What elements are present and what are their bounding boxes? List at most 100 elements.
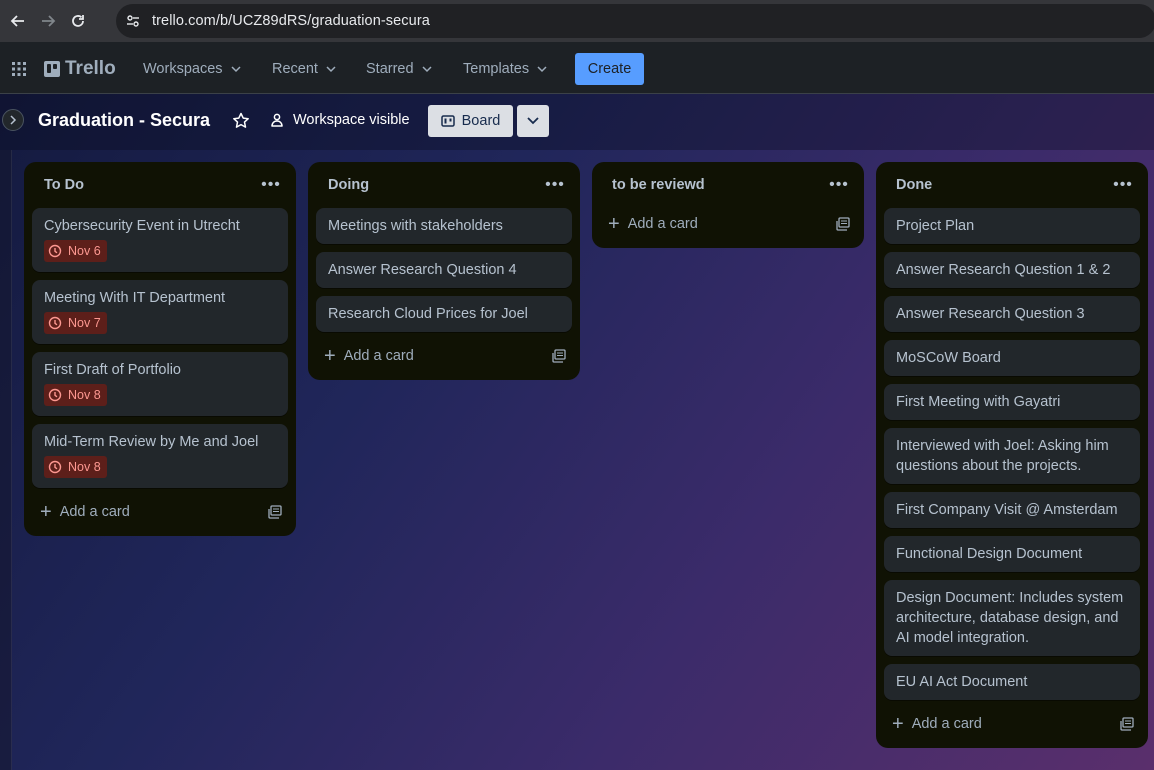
card-title: Research Cloud Prices for Joel bbox=[328, 306, 528, 322]
card-title: First Draft of Portfolio bbox=[44, 362, 181, 378]
card-title: Functional Design Document bbox=[896, 546, 1083, 562]
list-title[interactable]: To Do bbox=[44, 177, 84, 193]
card-title: Answer Research Question 3 bbox=[896, 306, 1085, 322]
board-title[interactable]: Graduation - Secura bbox=[38, 110, 210, 131]
list-header: to be reviewd ••• bbox=[600, 162, 856, 208]
workspaces-menu[interactable]: Workspaces bbox=[143, 56, 241, 82]
board-view-icon bbox=[440, 115, 455, 127]
expand-sidebar-button[interactable] bbox=[2, 109, 24, 131]
card-template-icon[interactable] bbox=[1120, 717, 1134, 731]
add-card-label: Add a card bbox=[911, 716, 982, 732]
card[interactable]: First Meeting with Gayatri bbox=[884, 384, 1140, 420]
site-settings-icon[interactable] bbox=[120, 8, 146, 34]
card[interactable]: Project Plan bbox=[884, 208, 1140, 244]
url-text[interactable]: trello.com/b/UCZ89dRS/graduation-secura bbox=[152, 13, 430, 29]
due-date-badge[interactable]: Nov 7 bbox=[44, 312, 107, 334]
card[interactable]: Cybersecurity Event in Utrecht Nov 6 bbox=[32, 208, 288, 272]
recent-label: Recent bbox=[272, 61, 318, 77]
list-header: Doing ••• bbox=[316, 162, 572, 208]
card-title: Interviewed with Joel: Asking him questi… bbox=[896, 438, 1109, 474]
people-icon bbox=[271, 113, 283, 127]
card-title: MoSCoW Board bbox=[896, 350, 1001, 366]
card[interactable]: Research Cloud Prices for Joel bbox=[316, 296, 572, 332]
card[interactable]: Meetings with stakeholders bbox=[316, 208, 572, 244]
due-date-text: Nov 6 bbox=[68, 244, 101, 258]
more-icon[interactable]: ••• bbox=[542, 172, 568, 198]
more-icon[interactable]: ••• bbox=[826, 172, 852, 198]
forward-icon[interactable] bbox=[36, 9, 60, 33]
starred-menu[interactable]: Starred bbox=[366, 56, 432, 82]
list-header: To Do ••• bbox=[32, 162, 288, 208]
card-template-icon[interactable] bbox=[268, 505, 282, 519]
more-icon[interactable]: ••• bbox=[1110, 172, 1136, 198]
card[interactable]: First Company Visit @ Amsterdam bbox=[884, 492, 1140, 528]
starred-label: Starred bbox=[366, 61, 414, 77]
card-title: Cybersecurity Event in Utrecht bbox=[44, 218, 240, 234]
card[interactable]: Functional Design Document bbox=[884, 536, 1140, 572]
recent-menu[interactable]: Recent bbox=[272, 56, 336, 82]
card-title: Answer Research Question 4 bbox=[328, 262, 517, 278]
add-card-label: Add a card bbox=[59, 504, 130, 520]
visibility-button[interactable]: Workspace visible bbox=[269, 112, 410, 128]
card[interactable]: Answer Research Question 1 & 2 bbox=[884, 252, 1140, 288]
address-bar[interactable]: trello.com/b/UCZ89dRS/graduation-secura bbox=[116, 4, 1154, 38]
due-date-text: Nov 8 bbox=[68, 388, 101, 402]
plus-icon: + bbox=[892, 713, 904, 735]
add-card-button[interactable]: + Add a card bbox=[884, 708, 1140, 740]
card-title: Meeting With IT Department bbox=[44, 290, 226, 306]
due-date-badge[interactable]: Nov 8 bbox=[44, 456, 107, 478]
back-icon[interactable] bbox=[6, 9, 30, 33]
app-switcher-icon[interactable] bbox=[11, 61, 27, 77]
trello-logo-text: Trello bbox=[65, 58, 116, 79]
card[interactable]: Mid-Term Review by Me and Joel Nov 8 bbox=[32, 424, 288, 488]
chevron-down-icon bbox=[537, 66, 547, 73]
card-title: Design Document: Includes system archite… bbox=[896, 590, 1124, 646]
add-card-button[interactable]: + Add a card bbox=[600, 208, 856, 240]
add-card-button[interactable]: + Add a card bbox=[32, 496, 288, 528]
plus-icon: + bbox=[40, 501, 52, 523]
trello-logo[interactable]: Trello bbox=[44, 58, 116, 80]
card-title: Answer Research Question 1 & 2 bbox=[896, 262, 1111, 278]
add-card-label: Add a card bbox=[627, 216, 698, 232]
list-to-be-reviewed: to be reviewd ••• + Add a card bbox=[592, 162, 864, 248]
clock-icon bbox=[48, 388, 62, 402]
create-button[interactable]: Create bbox=[575, 53, 644, 85]
card-title: EU AI Act Document bbox=[896, 674, 1028, 690]
card-title: First Company Visit @ Amsterdam bbox=[896, 502, 1118, 518]
view-switcher-button[interactable] bbox=[517, 105, 549, 137]
clock-icon bbox=[48, 316, 62, 330]
add-card-button[interactable]: + Add a card bbox=[316, 340, 572, 372]
card[interactable]: MoSCoW Board bbox=[884, 340, 1140, 376]
card[interactable]: Answer Research Question 3 bbox=[884, 296, 1140, 332]
board-view-button[interactable]: Board bbox=[428, 105, 513, 137]
star-icon[interactable] bbox=[231, 111, 251, 131]
card-title: Mid-Term Review by Me and Joel bbox=[44, 434, 259, 450]
card-template-icon[interactable] bbox=[836, 217, 850, 231]
card[interactable]: Design Document: Includes system archite… bbox=[884, 580, 1140, 656]
chevron-down-icon bbox=[527, 117, 539, 125]
list-title[interactable]: Doing bbox=[328, 177, 369, 193]
card[interactable]: First Draft of Portfolio Nov 8 bbox=[32, 352, 288, 416]
reload-icon[interactable] bbox=[66, 9, 90, 33]
card[interactable]: Meeting With IT Department Nov 7 bbox=[32, 280, 288, 344]
due-date-badge[interactable]: Nov 6 bbox=[44, 240, 107, 262]
list-title[interactable]: to be reviewd bbox=[612, 177, 705, 193]
due-date-badge[interactable]: Nov 8 bbox=[44, 384, 107, 406]
clock-icon bbox=[48, 460, 62, 474]
board-view-label: Board bbox=[461, 113, 501, 129]
templates-menu[interactable]: Templates bbox=[463, 56, 547, 82]
card-template-icon[interactable] bbox=[552, 349, 566, 363]
due-date-text: Nov 8 bbox=[68, 460, 101, 474]
collapsed-sidebar[interactable] bbox=[0, 150, 12, 770]
card[interactable]: Answer Research Question 4 bbox=[316, 252, 572, 288]
more-icon[interactable]: ••• bbox=[258, 172, 284, 198]
workspaces-label: Workspaces bbox=[143, 61, 223, 77]
card-title: First Meeting with Gayatri bbox=[896, 394, 1061, 410]
card[interactable]: EU AI Act Document bbox=[884, 664, 1140, 700]
plus-icon: + bbox=[608, 213, 620, 235]
list-title[interactable]: Done bbox=[896, 177, 932, 193]
add-card-label: Add a card bbox=[343, 348, 414, 364]
card-title: Meetings with stakeholders bbox=[328, 218, 503, 234]
chevron-down-icon bbox=[422, 66, 432, 73]
card[interactable]: Interviewed with Joel: Asking him questi… bbox=[884, 428, 1140, 484]
